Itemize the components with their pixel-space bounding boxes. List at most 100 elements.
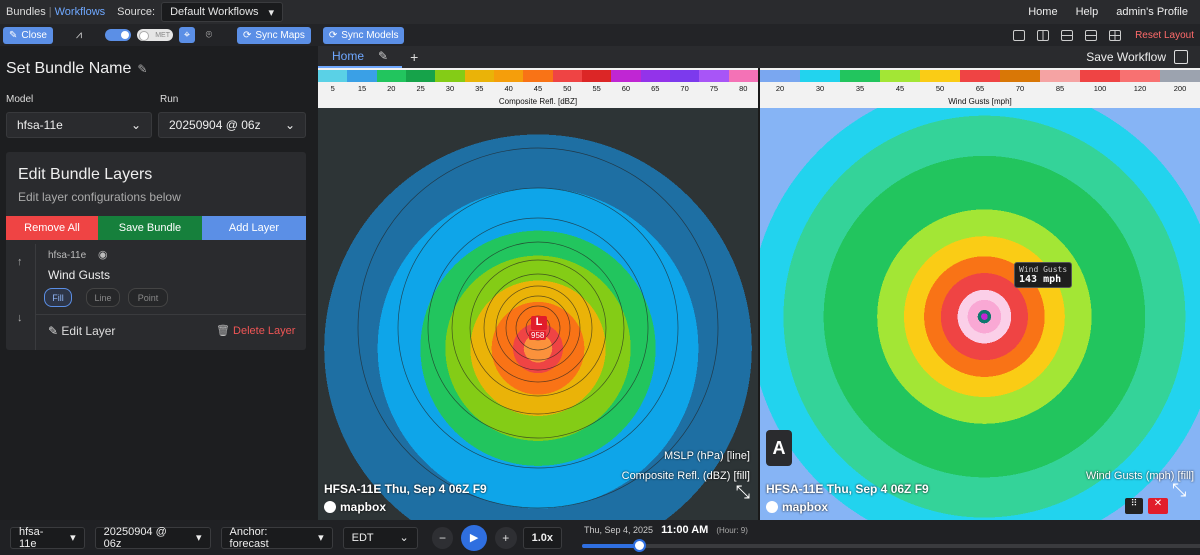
mapbox-attribution[interactable]: mapbox — [766, 500, 828, 514]
timeline-progress — [582, 544, 639, 548]
delete-layer-button[interactable]: 🗑 Delete Layer — [216, 324, 295, 337]
layer-name: Wind Gusts — [48, 268, 111, 282]
remove-all-button[interactable]: Remove All — [6, 216, 98, 240]
add-tab-icon[interactable]: + — [410, 49, 418, 65]
timeline: Thu, Sep 4, 2025 11:00 AM (Hour: 9) — [582, 520, 1200, 555]
mode-line[interactable]: Line — [86, 288, 120, 307]
colorbar-swatch — [840, 70, 880, 82]
run-select[interactable]: 20250904 @ 06z ⌄ — [158, 112, 306, 138]
nav-bundles[interactable]: Bundles — [0, 6, 46, 18]
save-workflow-button[interactable]: Save Workflow — [1086, 50, 1200, 64]
model-select-bottom[interactable]: hfsa-11e ▾ — [10, 526, 85, 550]
model-select[interactable]: hfsa-11e ⌄ — [6, 112, 152, 138]
source-label: Source: — [117, 6, 156, 18]
save-bundle-button[interactable]: Save Bundle — [98, 216, 202, 240]
layout-split-vertical-icon[interactable] — [1037, 29, 1050, 41]
step-back-button[interactable]: − — [431, 526, 454, 549]
drag-handle-icon[interactable]: ⠿ — [1125, 498, 1143, 514]
resize-icon[interactable]: ⤡ — [1172, 480, 1186, 501]
chart-icon[interactable]: ⩘ — [71, 27, 87, 43]
colorbar-swatch — [1120, 70, 1160, 82]
mapbox-logo-icon — [324, 501, 336, 513]
layout-options — [1013, 29, 1122, 41]
colorbar-tick: 50 — [935, 84, 945, 93]
colorbar-label-left: Composite Refl. [dBZ] — [498, 97, 578, 106]
mapbox-attribution[interactable]: mapbox — [324, 500, 386, 514]
bundle-name[interactable]: Set Bundle Name ✎ — [6, 60, 147, 78]
arrow-up-icon[interactable]: ↑ — [17, 256, 23, 268]
edit-layer-button[interactable]: ✎ Edit Layer — [48, 324, 115, 338]
colorbar-tick: 30 — [445, 84, 455, 93]
colorbar-swatch — [611, 70, 641, 82]
timeline-thumb[interactable] — [632, 539, 646, 552]
save-icon — [1174, 50, 1188, 64]
colorbar-swatch — [800, 70, 840, 82]
nav-home[interactable]: Home — [1028, 6, 1057, 18]
colorbar-swatch — [552, 70, 582, 82]
speed-select[interactable]: 1.0x — [522, 526, 562, 549]
map-toggle[interactable] — [104, 29, 131, 41]
crosshair-icon[interactable]: ⌖ — [178, 27, 195, 43]
location-pin-icon[interactable]: ⌾ — [201, 27, 217, 43]
pencil-icon[interactable]: ✎ — [378, 49, 388, 63]
colorbar-ticks-right: 20 30 35 45 50 65 70 85 100 120 200 — [760, 84, 1200, 94]
step-forward-button[interactable]: + — [494, 526, 517, 549]
resize-icon[interactable]: ⤡ — [736, 482, 750, 503]
colorbar-tick: 75 — [709, 84, 719, 93]
play-button[interactable]: ▶ — [461, 524, 487, 551]
source-select[interactable]: Default Workflows ▾ — [161, 2, 284, 22]
layout-single-icon[interactable] — [1013, 29, 1026, 41]
colorbar-tick: 20 — [775, 84, 785, 93]
arrow-down-icon[interactable]: ↓ — [17, 312, 23, 324]
map-title-left: HFSA-11E Thu, Sep 4 06Z F9 — [324, 482, 487, 496]
colorbar-tick: 50 — [563, 84, 572, 93]
model-label: Model — [6, 94, 34, 105]
anchor-select[interactable]: Anchor: forecast ▾ — [220, 526, 333, 550]
colorbar-swatch — [1080, 70, 1120, 82]
nav-help[interactable]: Help — [1076, 6, 1099, 18]
colorbar-swatch — [347, 70, 377, 82]
colorbar-tick: 85 — [1055, 84, 1065, 93]
close-panel-icon[interactable]: ✕ — [1148, 498, 1168, 514]
chevron-down-icon: ▾ — [318, 532, 324, 544]
close-button[interactable]: ✎ Close — [3, 26, 53, 44]
met-toggle[interactable]: MET — [136, 29, 173, 41]
reset-layout-button[interactable]: Reset Layout — [1135, 30, 1200, 41]
colorbar-swatch — [376, 70, 406, 82]
run-select-bottom[interactable]: 20250904 @ 06z ▾ — [94, 526, 211, 550]
add-layer-button[interactable]: Add Layer — [202, 216, 306, 240]
timeline-track[interactable] — [582, 544, 1200, 548]
sync-models-button[interactable]: ⟳ Sync Models — [322, 26, 405, 44]
mapbox-logo-icon — [766, 501, 778, 513]
legend-reflectivity: Composite Refl. (dBZ) [fill] — [621, 470, 750, 482]
mode-point[interactable]: Point — [128, 288, 168, 307]
tab-home[interactable]: Home ✎ — [318, 46, 403, 68]
top-bar: Bundles | Workflows Source: Default Work… — [0, 0, 1200, 24]
colorbar-tick: 45 — [533, 84, 543, 93]
nav-profile[interactable]: admin's Profile — [1116, 6, 1188, 18]
value-tooltip: Wind Gusts 143 mph — [1014, 262, 1073, 288]
timezone-select[interactable]: EDT ⌄ — [342, 526, 418, 549]
colorbar-tick: 35 — [855, 84, 865, 93]
layout-three-icon[interactable] — [1085, 29, 1098, 41]
timeline-hour: (Hour: 9) — [716, 526, 748, 535]
sidebar: Set Bundle Name ✎ Model Run hfsa-11e ⌄ 202… — [0, 46, 318, 520]
play-icon: ▶ — [469, 532, 479, 544]
trash-icon: 🗑 — [216, 325, 234, 337]
nav-workflows[interactable]: Workflows — [55, 6, 106, 18]
eye-icon[interactable]: ◉ — [98, 248, 108, 261]
layout-quad-icon[interactable] — [1109, 29, 1122, 41]
colorbar-swatch — [760, 70, 800, 82]
bundle-actions: Remove All Save Bundle Add Layer — [6, 216, 306, 240]
colorbar-tick: 70 — [1015, 84, 1025, 93]
map-panel-left[interactable]: 5 15 20 25 30 35 40 45 50 55 60 65 70 75 80 Composite … — [318, 68, 758, 520]
sync-maps-button[interactable]: ⟳ Sync Maps — [236, 26, 311, 44]
map-panel-right[interactable]: 20 30 35 45 50 65 70 85 100 120 200 Wind Gusts [mp… — [760, 68, 1200, 520]
layout-split-horizontal-icon[interactable] — [1061, 29, 1074, 41]
colorbar-tick: 200 — [1173, 84, 1187, 93]
colorbar-swatch — [880, 70, 920, 82]
colorbar-ticks-left: 5 15 20 25 30 35 40 45 50 55 60 65 70 75 80 — [318, 84, 758, 94]
mode-fill[interactable]: Fill — [44, 288, 72, 307]
colorbar-swatch — [920, 70, 960, 82]
colorbar-tick: 60 — [621, 84, 631, 93]
